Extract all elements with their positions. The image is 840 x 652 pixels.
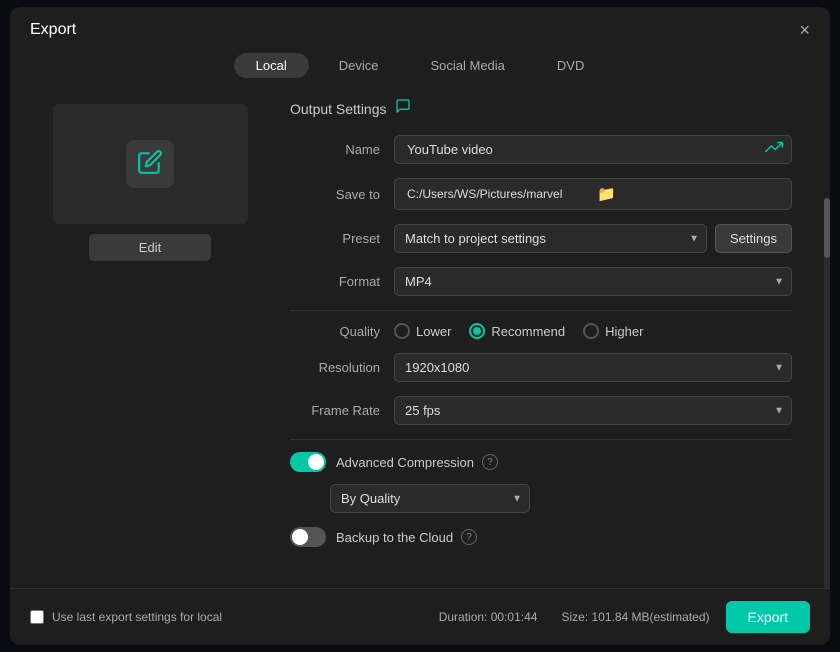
- quality-lower-radio[interactable]: [394, 323, 410, 339]
- divider-1: [290, 310, 792, 311]
- frame-rate-field-row: Frame Rate 25 fps ▼: [290, 396, 792, 425]
- export-button[interactable]: Export: [726, 601, 810, 633]
- right-panel: Output Settings Name: [290, 88, 822, 588]
- advanced-compression-toggle-wrapper[interactable]: [290, 452, 326, 472]
- export-modal: Export × Local Device Social Media DVD: [10, 7, 830, 645]
- preview-box: [53, 104, 248, 224]
- size-label: Size: 101.84 MB(estimated): [561, 610, 709, 624]
- folder-icon[interactable]: 📁: [593, 179, 783, 209]
- scrollbar-track[interactable]: [824, 198, 830, 588]
- by-quality-select[interactable]: By Quality: [330, 484, 530, 513]
- use-last-checkbox-label[interactable]: Use last export settings for local: [30, 610, 222, 624]
- preset-field-row: Preset Match to project settings ▼ Setti…: [290, 224, 792, 253]
- tab-local[interactable]: Local: [234, 53, 309, 78]
- format-label: Format: [290, 274, 380, 289]
- quality-higher-radio[interactable]: [583, 323, 599, 339]
- settings-button[interactable]: Settings: [715, 224, 792, 253]
- pencil-icon: [137, 149, 163, 180]
- tab-social-media[interactable]: Social Media: [408, 53, 526, 78]
- format-field-row: Format MP4 ▼: [290, 267, 792, 296]
- save-to-label: Save to: [290, 187, 380, 202]
- settings-export-icon: [395, 98, 411, 119]
- resolution-select[interactable]: 1920x1080: [394, 353, 792, 382]
- quality-higher-label[interactable]: Higher: [583, 323, 643, 339]
- format-select-wrapper: MP4 ▼: [394, 267, 792, 296]
- name-input[interactable]: [403, 136, 765, 163]
- backup-cloud-toggle[interactable]: [290, 527, 326, 547]
- backup-toggle-knob: [292, 529, 308, 545]
- use-last-label: Use last export settings for local: [52, 610, 222, 624]
- save-path-value: C:/Users/WS/Pictures/marvel: [403, 181, 593, 207]
- quality-field-row: Quality Lower Recommend Higher: [290, 323, 792, 339]
- resolution-label: Resolution: [290, 360, 380, 375]
- quality-lower-label[interactable]: Lower: [394, 323, 451, 339]
- preset-row: Match to project settings ▼ Settings: [394, 224, 792, 253]
- scrollbar-thumb[interactable]: [824, 198, 830, 258]
- quality-recommend-label[interactable]: Recommend: [469, 323, 565, 339]
- resolution-field-row: Resolution 1920x1080 ▼: [290, 353, 792, 382]
- tabs-bar: Local Device Social Media DVD: [10, 49, 830, 88]
- preset-select-wrapper: Match to project settings ▼: [394, 224, 707, 253]
- edit-button[interactable]: Edit: [89, 234, 211, 261]
- quality-lower-text: Lower: [416, 324, 451, 339]
- left-panel: Edit: [10, 88, 290, 588]
- modal-footer: Use last export settings for local Durat…: [10, 588, 830, 645]
- frame-rate-select-wrapper: 25 fps ▼: [394, 396, 792, 425]
- duration-label: Duration: 00:01:44: [439, 610, 538, 624]
- preset-label: Preset: [290, 231, 380, 246]
- modal-header: Export ×: [10, 7, 830, 49]
- preset-select[interactable]: Match to project settings: [394, 224, 707, 253]
- quality-radio-group: Lower Recommend Higher: [394, 323, 643, 339]
- backup-cloud-label: Backup to the Cloud: [336, 530, 453, 545]
- use-last-checkbox[interactable]: [30, 610, 44, 624]
- by-quality-row: By Quality ▼: [330, 484, 792, 513]
- advanced-compression-row: Advanced Compression ?: [290, 452, 792, 472]
- frame-rate-label: Frame Rate: [290, 403, 380, 418]
- divider-2: [290, 439, 792, 440]
- backup-cloud-help-icon[interactable]: ?: [461, 529, 477, 545]
- quality-label: Quality: [290, 324, 380, 339]
- frame-rate-select[interactable]: 25 fps: [394, 396, 792, 425]
- name-label: Name: [290, 142, 380, 157]
- footer-info: Duration: 00:01:44 Size: 101.84 MB(estim…: [439, 610, 710, 624]
- tab-dvd[interactable]: DVD: [535, 53, 606, 78]
- backup-cloud-toggle-wrapper[interactable]: [290, 527, 326, 547]
- quality-higher-text: Higher: [605, 324, 643, 339]
- output-settings-header: Output Settings: [290, 98, 792, 119]
- name-field-row: Name: [290, 135, 792, 164]
- tab-device[interactable]: Device: [317, 53, 401, 78]
- modal-body: Edit Output Settings Name: [10, 88, 830, 588]
- modal-title: Export: [30, 21, 76, 39]
- advanced-compression-toggle[interactable]: [290, 452, 326, 472]
- toggle-knob: [308, 454, 324, 470]
- edit-icon-container: [126, 140, 174, 188]
- format-select[interactable]: MP4: [394, 267, 792, 296]
- name-input-wrapper: [394, 135, 792, 164]
- quality-recommend-radio[interactable]: [469, 323, 485, 339]
- ai-icon[interactable]: [765, 138, 783, 161]
- backup-cloud-row: Backup to the Cloud ?: [290, 527, 792, 547]
- save-path-wrapper: C:/Users/WS/Pictures/marvel 📁: [394, 178, 792, 210]
- advanced-compression-label: Advanced Compression: [336, 455, 474, 470]
- save-to-field-row: Save to C:/Users/WS/Pictures/marvel 📁: [290, 178, 792, 210]
- by-quality-select-wrapper: By Quality ▼: [330, 484, 530, 513]
- close-button[interactable]: ×: [799, 21, 810, 39]
- resolution-select-wrapper: 1920x1080 ▼: [394, 353, 792, 382]
- quality-recommend-text: Recommend: [491, 324, 565, 339]
- output-settings-label: Output Settings: [290, 101, 387, 117]
- scrollbar-area: [822, 88, 830, 588]
- advanced-compression-help-icon[interactable]: ?: [482, 454, 498, 470]
